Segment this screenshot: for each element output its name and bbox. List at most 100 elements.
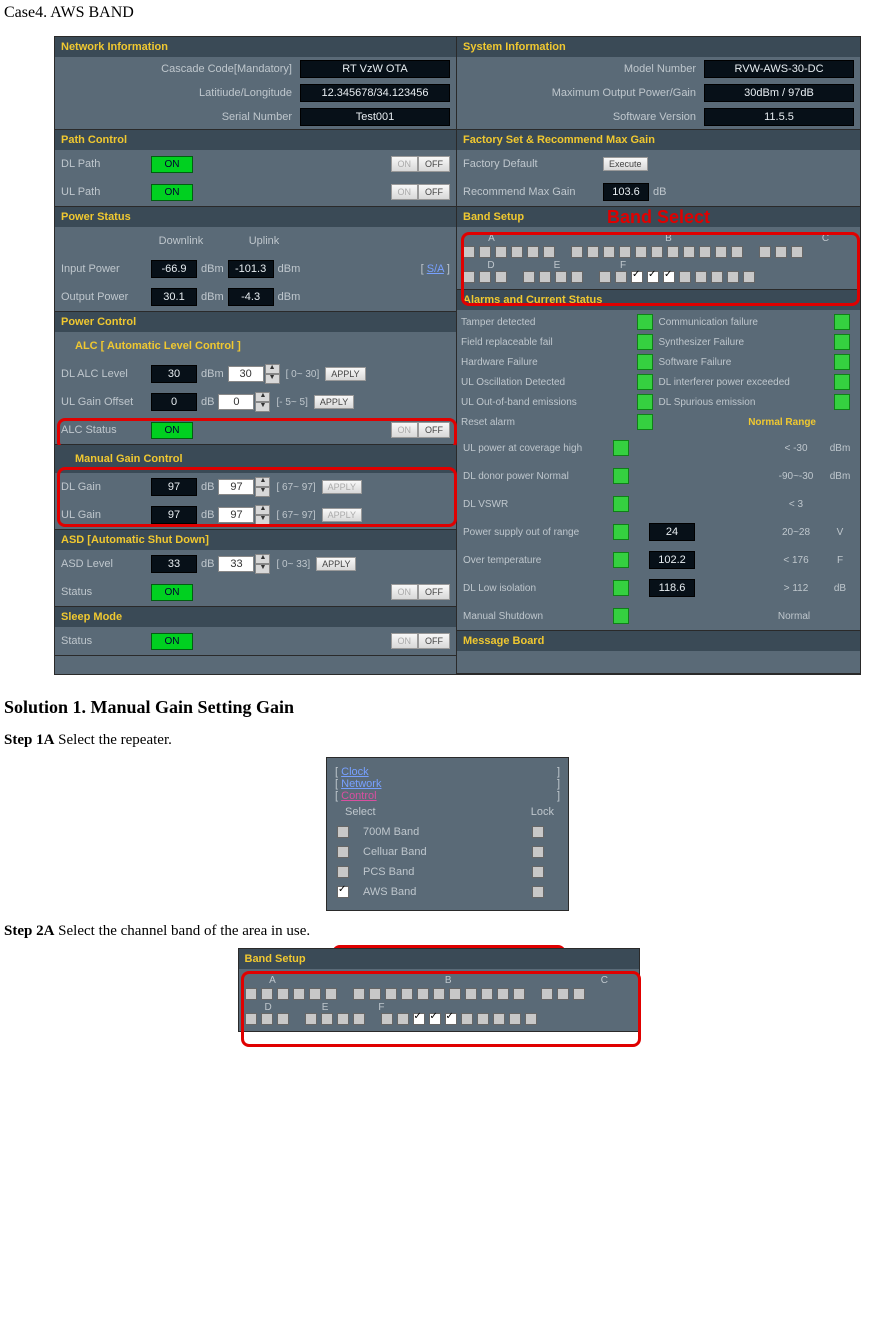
asd-level-value: 33	[151, 555, 197, 573]
alarm-row-value: 118.6	[649, 579, 695, 597]
alarm-row-range: > 112	[766, 583, 826, 594]
input-power-dl: -66.9	[151, 260, 197, 278]
step-2a-text: Select the channel band of the area in u…	[54, 923, 310, 939]
status-indicator	[834, 334, 850, 350]
dl-alc-down[interactable]: ▼	[265, 374, 280, 384]
dl-path-on-button[interactable]: ON	[391, 156, 419, 172]
sa-link[interactable]: S/A	[427, 263, 444, 275]
asd-level-label: ASD Level	[61, 558, 151, 570]
latlon-value: 12.345678/34.123456	[300, 84, 450, 102]
step-1a-text: Select the repeater.	[54, 732, 171, 748]
clock-link[interactable]: Clock	[341, 766, 369, 778]
dl-alc-input[interactable]: 30	[228, 366, 264, 382]
alarm-row-unit: dB	[826, 583, 854, 594]
path-control-header: Path Control	[55, 130, 456, 150]
step-1a-label: Step 1A	[4, 732, 54, 748]
power-control-header: Power Control	[55, 312, 456, 332]
manual-shutdown-value: Normal	[734, 611, 854, 622]
ul-offset-apply[interactable]: APPLY	[314, 395, 354, 409]
status-indicator	[637, 314, 653, 330]
manual-shutdown-label: Manual Shutdown	[463, 611, 613, 622]
status-indicator	[834, 374, 850, 390]
alarm-row-range: 20~28	[766, 527, 826, 538]
status-indicator	[637, 414, 653, 430]
alarm-row-label: DL VSWR	[463, 499, 613, 510]
status-indicator	[613, 608, 629, 624]
status-indicator	[613, 440, 629, 456]
dl-path-label: DL Path	[61, 158, 151, 170]
ul-offset-label: UL Gain Offset	[61, 396, 151, 408]
rmg-value: 103.6	[603, 183, 649, 201]
asd-level-input[interactable]: 33	[218, 556, 254, 572]
dl-alc-apply[interactable]: APPLY	[325, 367, 365, 381]
band-setup-small-header: Band Setup	[239, 949, 639, 969]
ul-offset-input[interactable]: 0	[218, 394, 254, 410]
ul-offset-down[interactable]: ▼	[255, 402, 270, 412]
input-power-label: Input Power	[61, 263, 151, 275]
dl-path-off-button[interactable]: OFF	[418, 156, 450, 172]
alarm-row-unit: F	[826, 555, 854, 566]
network-link[interactable]: Network	[341, 778, 381, 790]
band-cellular-checkbox[interactable]	[337, 846, 349, 858]
asd-status: ON	[151, 584, 193, 601]
alarm-row-range: < 176	[766, 555, 826, 566]
asd-down[interactable]: ▼	[255, 564, 270, 574]
status-indicator	[834, 354, 850, 370]
band-aws-checkbox[interactable]	[337, 886, 349, 898]
status-indicator	[637, 354, 653, 370]
alc-subheader: ALC [ Automatic Level Control ]	[75, 340, 241, 352]
status-indicator	[613, 580, 629, 596]
sleep-status: ON	[151, 633, 193, 650]
input-power-ul: -101.3	[228, 260, 274, 278]
ul-path-status: ON	[151, 184, 193, 201]
power-status-header: Power Status	[55, 207, 456, 227]
sw-value: 11.5.5	[704, 108, 854, 126]
band-700m-lock[interactable]	[532, 826, 544, 838]
alarm-row-label: UL power at coverage high	[463, 443, 613, 454]
dl-alc-up[interactable]: ▲	[265, 364, 280, 374]
band-select-annotation: Band Select	[607, 207, 710, 228]
asd-up[interactable]: ▲	[255, 554, 270, 564]
rmg-label: Recommend Max Gain	[463, 186, 603, 198]
serial-value: Test001	[300, 108, 450, 126]
ul-path-on-button[interactable]: ON	[391, 184, 419, 200]
band-aws-lock[interactable]	[532, 886, 544, 898]
asd-apply[interactable]: APPLY	[316, 557, 356, 571]
asd-off-button[interactable]: OFF	[418, 584, 450, 600]
dl-path-status: ON	[151, 156, 193, 173]
alarm-row-label: Over temperature	[463, 555, 613, 566]
output-power-dl: 30.1	[151, 288, 197, 306]
sleep-off-button[interactable]: OFF	[418, 633, 450, 649]
normal-range-header: Normal Range	[748, 417, 816, 428]
dl-alc-value: 30	[151, 365, 197, 383]
system-info-header: System Information	[457, 37, 860, 57]
latlon-label: Latitiude/Longitude	[199, 87, 292, 99]
repeater-selector: [ Clock] [ Network] [ Control] SelectLoc…	[326, 757, 569, 911]
cascade-value: RT VzW OTA	[300, 60, 450, 78]
alarm-row-value: 24	[649, 523, 695, 541]
solution-title: Solution 1. Manual Gain Setting Gain	[4, 697, 873, 718]
output-power-ul: -4.3	[228, 288, 274, 306]
ul-path-label: UL Path	[61, 186, 151, 198]
ul-path-off-button[interactable]: OFF	[418, 184, 450, 200]
execute-button[interactable]: Execute	[603, 157, 648, 171]
status-indicator	[834, 314, 850, 330]
band-700m-checkbox[interactable]	[337, 826, 349, 838]
ul-offset-up[interactable]: ▲	[255, 392, 270, 402]
alarm-row-label: DL Low isolation	[463, 583, 613, 594]
alarm-row-range: < -30	[766, 443, 826, 454]
band-pcs-lock[interactable]	[532, 866, 544, 878]
asd-on-button[interactable]: ON	[391, 584, 419, 600]
status-indicator	[834, 394, 850, 410]
control-link[interactable]: Control	[341, 790, 376, 802]
alarm-row-range: < 3	[766, 499, 826, 510]
mop-value: 30dBm / 97dB	[704, 84, 854, 102]
alarm-row-label: Power supply out of range	[463, 527, 613, 538]
band-cellular-lock[interactable]	[532, 846, 544, 858]
alarm-row-value: 102.2	[649, 551, 695, 569]
network-info-header: Network Information	[55, 37, 456, 57]
downlink-col: Downlink	[151, 235, 211, 247]
band-pcs-checkbox[interactable]	[337, 866, 349, 878]
sleep-on-button[interactable]: ON	[391, 633, 419, 649]
message-board-header: Message Board	[457, 631, 860, 651]
